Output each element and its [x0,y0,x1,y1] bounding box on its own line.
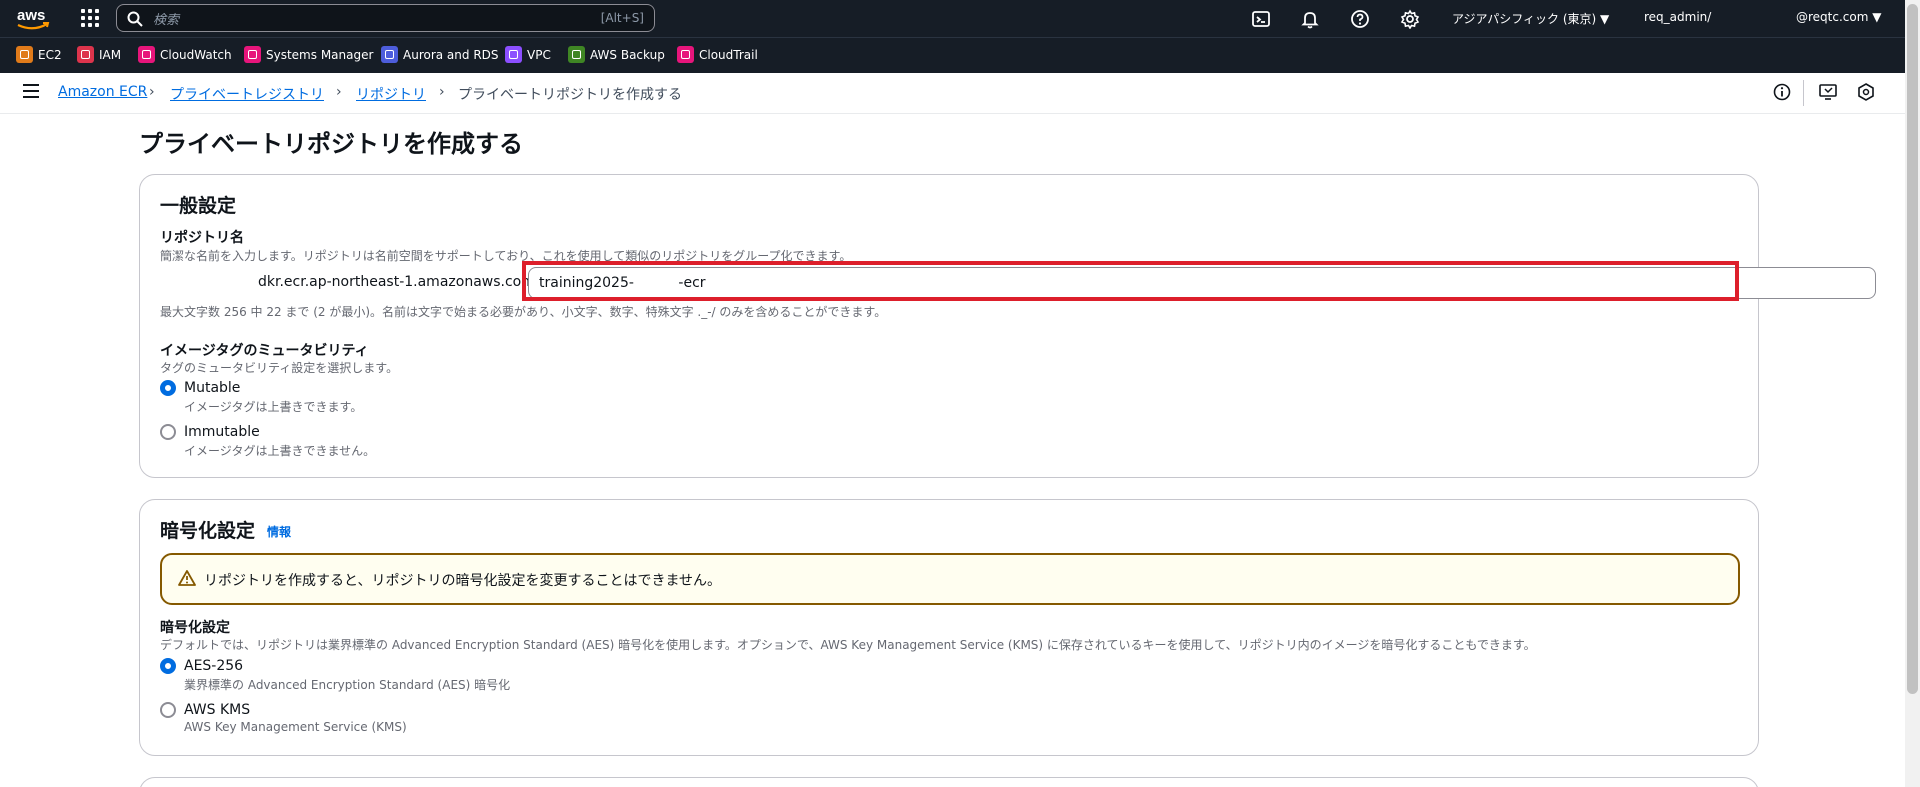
warning-icon [178,570,196,586]
encryption-info-link[interactable]: 情報 [267,523,291,540]
cloudwatch-icon [138,46,155,63]
rds-icon [381,46,398,63]
aws-kms-label[interactable]: AWS KMS [184,702,250,718]
general-settings-title: 一般設定 [160,195,237,217]
help-icon[interactable] [1350,9,1370,29]
encryption-settings-title: 暗号化設定 [160,520,256,542]
search-icon [127,11,143,27]
fav-iam[interactable]: IAM [77,46,121,63]
aes256-description: 業界標準の Advanced Encryption Standard (AES)… [184,678,511,692]
account-name[interactable]: req_admin/ [1644,10,1711,24]
breadcrumb-chevron-icon: › [336,84,342,100]
repo-uri-prefix: dkr.ecr.ap-northeast-1.amazonaws.com/ [258,274,540,290]
icon-divider [1803,80,1804,106]
aws-logo-icon[interactable]: aws [16,6,50,32]
repo-name-constraint: 最大文字数 256 中 22 まで (2 が最小)。名前は文字で始まる必要があり… [160,305,887,319]
top-navigation: aws 検索 [Alt+S] アジアパシフィック (東京) ▼ req_admi… [0,0,1920,37]
iam-icon [77,46,94,63]
fav-systems-manager[interactable]: Systems Manager [244,46,373,63]
info-panel-icon[interactable] [1772,82,1792,102]
aws-kms-description: AWS Key Management Service (KMS) [184,720,407,734]
search-input[interactable]: 検索 [Alt+S] [116,4,655,32]
fav-label: Systems Manager [266,47,374,62]
display-settings-icon[interactable] [1818,82,1838,102]
tag-mutability-description: タグのミュータビリティ設定を選択します。 [160,361,399,375]
bell-icon[interactable] [1300,9,1320,29]
feedback-icon[interactable] [1856,82,1876,102]
repo-name-highlight [522,261,1739,301]
cloudshell-icon[interactable] [1251,9,1271,29]
fav-label: VPC [527,47,551,62]
mutable-radio[interactable] [160,380,176,396]
backup-icon [568,46,585,63]
aes256-label[interactable]: AES-256 [184,658,243,674]
fav-label: Aurora and RDS [403,47,499,62]
fav-label: AWS Backup [590,47,665,62]
fav-cloudwatch[interactable]: CloudWatch [138,46,232,63]
ec2-icon [16,46,33,63]
breadcrumb-current: プライベートリポジトリを作成する [458,87,682,103]
breadcrumb-amazon-ecr[interactable]: Amazon ECR [58,84,147,100]
fav-label: CloudWatch [160,47,232,62]
mutable-description: イメージタグは上書きできます。 [184,400,363,414]
aws-kms-radio[interactable] [160,702,176,718]
page-title: プライベートリポジトリを作成する [139,130,523,158]
encryption-setting-description: デフォルトでは、リポジトリは業界標準の Advanced Encryption … [160,638,1536,652]
repo-name-label: リポジトリ名 [160,230,244,246]
systems-manager-icon [244,46,261,63]
gear-icon[interactable] [1400,9,1420,29]
immutable-radio[interactable] [160,424,176,440]
tag-mutability-label: イメージタグのミュータビリティ [160,343,369,359]
fav-vpc[interactable]: VPC [505,46,551,63]
immutable-label[interactable]: Immutable [184,424,260,440]
account-menu[interactable]: @reqtc.com ▼ [1796,10,1881,24]
cloudtrail-icon [677,46,694,63]
encryption-settings-card: 暗号化設定 情報 リポジトリを作成すると、リポジトリの暗号化設定を変更することは… [139,499,1759,756]
breadcrumb-chevron-icon: › [149,84,155,100]
services-menu-icon[interactable] [80,8,100,28]
fav-label: IAM [99,47,122,62]
breadcrumb-private-registry[interactable]: プライベートレジストリ [170,84,324,104]
scrollbar-thumb[interactable] [1907,4,1918,694]
aes256-radio[interactable] [160,658,176,674]
encryption-setting-label: 暗号化設定 [160,620,230,636]
immutable-description: イメージタグは上書きできません。 [184,444,376,458]
fav-aws-backup[interactable]: AWS Backup [568,46,665,63]
breadcrumb-chevron-icon: › [439,84,445,100]
search-shortcut: [Alt+S] [600,11,644,25]
warning-text: リポジトリを作成すると、リポジトリの暗号化設定を変更することはできません。 [204,573,722,589]
svg-text:aws: aws [17,7,45,24]
fav-ec2[interactable]: EC2 [16,46,62,63]
fav-label: EC2 [38,47,62,62]
search-placeholder: 検索 [153,12,180,28]
hamburger-menu-icon[interactable] [23,84,39,98]
encryption-warning-alert: リポジトリを作成すると、リポジトリの暗号化設定を変更することはできません。 [160,553,1740,605]
fav-cloudtrail[interactable]: CloudTrail [677,46,758,63]
breadcrumb-repositories[interactable]: リポジトリ [356,84,426,104]
fav-label: CloudTrail [699,47,758,62]
general-settings-card: 一般設定 リポジトリ名 簡潔な名前を入力します。リポジトリは名前空間をサポートし… [139,174,1876,478]
fav-aurora-rds[interactable]: Aurora and RDS [381,46,499,63]
vpc-icon [505,46,522,63]
next-settings-card [139,777,1759,787]
mutable-label[interactable]: Mutable [184,380,240,396]
region-selector[interactable]: アジアパシフィック (東京) ▼ [1452,10,1609,27]
